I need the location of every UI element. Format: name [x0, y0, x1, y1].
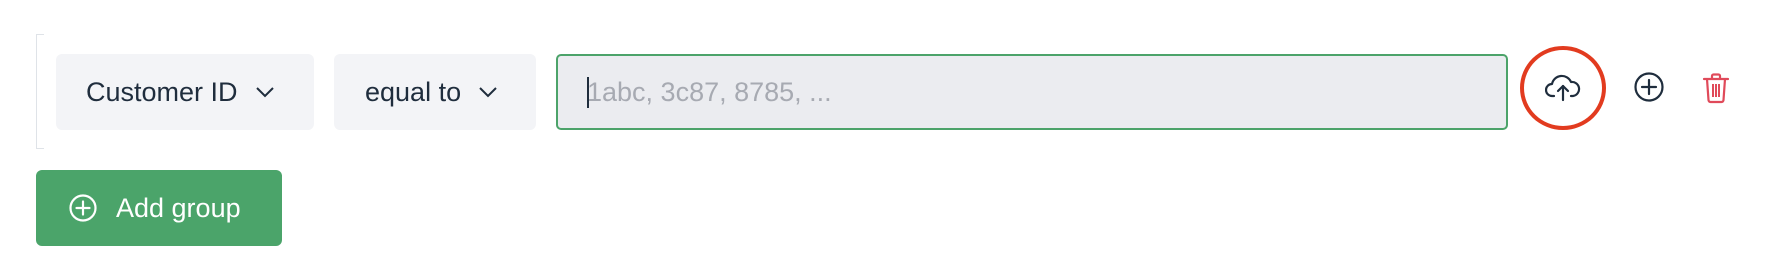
plus-circle-icon	[69, 194, 97, 222]
field-select-label: Customer ID	[86, 76, 238, 107]
text-caret	[587, 77, 589, 108]
cloud-upload-icon	[1545, 74, 1581, 102]
add-group-label: Add group	[116, 192, 241, 223]
operator-select[interactable]: equal to	[334, 54, 536, 130]
field-select[interactable]: Customer ID	[56, 54, 314, 130]
trash-icon	[1702, 73, 1730, 104]
plus-circle-icon	[1634, 72, 1664, 102]
value-input[interactable]	[556, 54, 1508, 130]
chevron-down-icon	[479, 87, 497, 98]
add-group-button[interactable]: Add group	[36, 170, 282, 246]
group-bracket	[36, 34, 44, 149]
delete-condition-button[interactable]	[1696, 66, 1736, 110]
filter-builder: Customer ID equal to 1abc, 3c87, 8785, .…	[0, 0, 1776, 274]
add-condition-button[interactable]	[1628, 66, 1670, 108]
upload-values-button[interactable]	[1522, 48, 1604, 128]
operator-select-label: equal to	[365, 76, 462, 107]
chevron-down-icon	[255, 87, 274, 98]
